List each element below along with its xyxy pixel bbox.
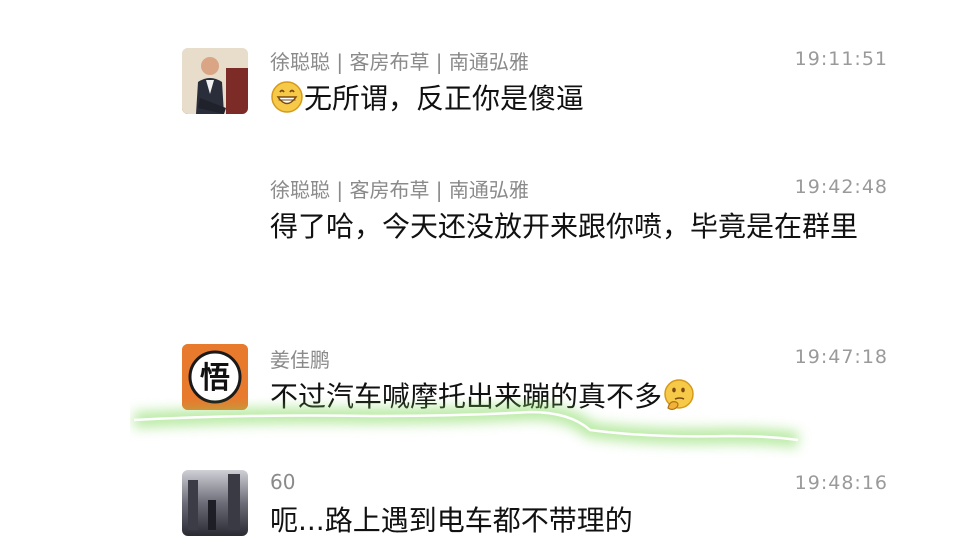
avatar[interactable]: 悟 (182, 344, 248, 410)
sender-name: 徐聪聪 | 客房布草 | 南通弘雅 (270, 50, 529, 74)
message-text-content: 不过汽车喊摩托出来蹦的真不多 (270, 380, 663, 413)
avatar-char: 悟 (200, 361, 230, 396)
message-text: 不过汽车喊摩托出来蹦的真不多 (270, 376, 890, 418)
thinking-face-icon (662, 378, 696, 412)
timestamp: 19:42:48 (794, 176, 888, 198)
grinning-face-icon (270, 80, 304, 114)
sender-name: 60 (270, 470, 296, 494)
message-text-content: 无所谓，反正你是傻逼 (304, 82, 585, 115)
avatar[interactable] (182, 470, 248, 536)
message-text: 呃...路上遇到电车都不带理的 (270, 504, 633, 537)
avatar[interactable] (182, 48, 248, 114)
sender-name: 姜佳鹏 (270, 348, 330, 372)
sender-name: 徐聪聪 | 客房布草 | 南通弘雅 (270, 178, 529, 202)
message-text: 得了哈，今天还没放开来跟你喷，毕竟是在群里 (270, 210, 859, 243)
message-text: 无所谓，反正你是傻逼 (270, 78, 890, 120)
timestamp: 19:47:18 (794, 346, 888, 368)
timestamp: 19:11:51 (794, 48, 888, 70)
timestamp: 19:48:16 (794, 472, 888, 494)
